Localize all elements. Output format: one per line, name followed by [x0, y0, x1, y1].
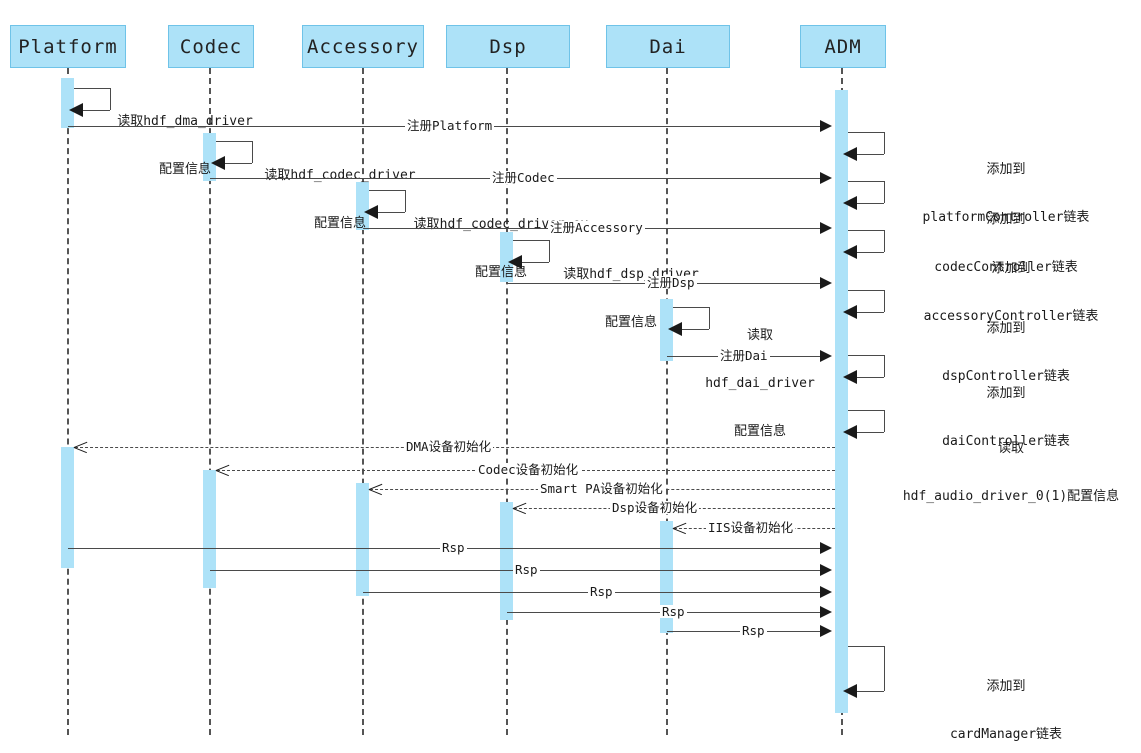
lifeline-dai: [666, 68, 668, 735]
lifeline-platform: [67, 68, 69, 735]
self-call-label-add-card-manager: 添加到 cardManager链表: [886, 647, 1126, 753]
self-call-add-dsp-controller: [843, 290, 885, 319]
message-label-init-codec: Codec设备初始化: [476, 462, 581, 477]
message-label-rsp-codec: Rsp: [513, 562, 540, 577]
self-call-line1-add-dsp-controller: 添加到: [986, 321, 1026, 336]
message-label-init-smartpa: Smart PA设备初始化: [538, 481, 665, 496]
actor-box-dai[interactable]: Dai: [606, 25, 730, 68]
message-arrow-init-smartpa: [369, 483, 382, 496]
message-label-reg-accessory: 注册Accessory: [548, 220, 645, 235]
message-label-reg-dsp: 注册Dsp: [645, 275, 697, 290]
self-call-line1-read-audio-driver: 读取: [997, 441, 1024, 456]
message-arrow-init-codec: [216, 464, 229, 477]
message-arrow-rsp-codec: [820, 564, 832, 576]
message-arrow-reg-codec: [820, 172, 832, 184]
actor-label-adm: ADM: [824, 35, 862, 58]
activation-dsp-2: [500, 502, 513, 620]
actor-label-codec: Codec: [179, 35, 243, 58]
self-call-line3-read-dai: 配置信息: [733, 424, 786, 439]
self-call-line2-add-card-manager: cardManager链表: [949, 727, 1063, 742]
message-label-init-iis: IIS设备初始化: [706, 520, 796, 535]
message-label-rsp-platform: Rsp: [440, 540, 467, 555]
self-call-add-codec-controller: [843, 181, 885, 210]
self-call-label-read-dai: 读取 hdf_dai_driver 配置信息: [705, 296, 815, 472]
message-arrow-init-dsp: [513, 502, 526, 515]
activation-adm-1: [835, 90, 848, 713]
self-call-line1-add-card-manager: 添加到: [986, 679, 1026, 694]
message-arrow-reg-platform: [820, 120, 832, 132]
actor-box-platform[interactable]: Platform: [10, 25, 126, 68]
self-call-line1-read-dai: 读取: [746, 328, 773, 343]
message-label-reg-codec: 注册Codec: [490, 170, 557, 185]
activation-accessory-2: [356, 483, 369, 596]
self-call-line2-read-audio-driver: hdf_audio_driver_0(1)配置信息: [902, 489, 1120, 504]
self-call-add-dai-controller: [843, 355, 885, 384]
sequence-diagram: Platform Codec Accessory Dsp Dai ADM 读取h…: [0, 0, 1141, 753]
message-arrow-reg-dai: [820, 350, 832, 362]
message-label-reg-platform: 注册Platform: [405, 118, 495, 133]
activation-platform-2: [61, 447, 74, 568]
message-arrow-rsp-dai: [820, 625, 832, 637]
actor-box-codec[interactable]: Codec: [168, 25, 254, 68]
message-label-init-dma: DMA设备初始化: [404, 439, 494, 454]
self-call-line1-add-dai-controller: 添加到: [986, 386, 1026, 401]
actor-box-dsp[interactable]: Dsp: [446, 25, 570, 68]
lifeline-dsp: [506, 68, 508, 735]
message-arrow-init-iis: [673, 522, 686, 535]
actor-label-dai: Dai: [649, 35, 687, 58]
self-call-label-read-dsp: 读取hdf_dsp_driver 配置信息: [541, 235, 721, 363]
message-arrow-rsp-dsp: [820, 606, 832, 618]
message-label-rsp-accessory: Rsp: [588, 584, 615, 599]
message-arrow-reg-accessory: [820, 222, 832, 234]
actor-label-dsp: Dsp: [489, 35, 527, 58]
self-call-line1-read-dma: 读取hdf_dma_driver: [117, 114, 253, 129]
message-label-init-dsp: Dsp设备初始化: [610, 500, 700, 515]
actor-label-platform: Platform: [18, 35, 118, 58]
self-call-line1-add-accessory-controller: 添加到: [991, 261, 1031, 276]
message-arrow-init-dma: [74, 441, 87, 454]
message-label-rsp-dai: Rsp: [740, 623, 767, 638]
self-call-read-audio-driver: [843, 410, 885, 439]
self-call-label-read-audio-driver: 读取 hdf_audio_driver_0(1)配置信息: [886, 409, 1136, 537]
self-call-add-accessory-controller: [843, 230, 885, 259]
message-arrow-rsp-platform: [820, 542, 832, 554]
message-label-rsp-dsp: Rsp: [660, 604, 687, 619]
self-call-line1-add-platform-controller: 添加到: [986, 162, 1026, 177]
message-arrow-reg-dsp: [820, 277, 832, 289]
self-call-line2-read-dai: hdf_dai_driver: [705, 376, 815, 391]
message-label-reg-dai: 注册Dai: [718, 348, 770, 363]
self-call-line1-add-codec-controller: 添加到: [986, 212, 1026, 227]
actor-box-adm[interactable]: ADM: [800, 25, 886, 68]
actor-box-accessory[interactable]: Accessory: [302, 25, 424, 68]
self-call-add-platform-controller: [843, 132, 885, 161]
self-call-add-card-manager: [843, 646, 885, 698]
actor-label-accessory: Accessory: [307, 35, 419, 58]
self-call-line1-read-codec: 读取hdf_codec_driver: [264, 168, 416, 183]
message-arrow-rsp-accessory: [820, 586, 832, 598]
self-call-read-dai: [668, 307, 710, 336]
